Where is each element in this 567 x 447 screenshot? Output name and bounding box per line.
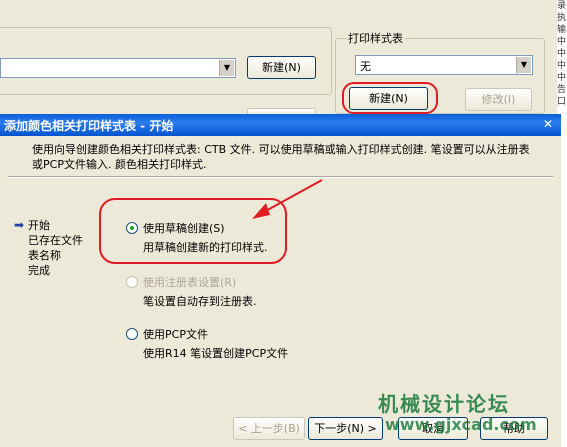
step-label: 表名称 — [28, 249, 61, 262]
back-button: < 上一步(B) — [233, 417, 305, 440]
annotation-arrow — [252, 179, 323, 219]
edge-text: 中 — [557, 49, 567, 59]
step-current: ➡ 开始 — [14, 218, 83, 233]
edge-text: 口 — [557, 97, 567, 107]
edge-text: 录 — [557, 1, 567, 11]
option-registry-desc: 笔设置自动存到注册表. — [143, 295, 257, 308]
step-label: 已存在文件 — [28, 234, 83, 247]
edge-text: 输 — [557, 25, 567, 35]
step: 已存在文件 — [14, 233, 83, 248]
wizard-titlebar[interactable]: 添加颜色相关打印样式表 - 开始 ✕ — [0, 114, 561, 136]
modify-button: 修改(I) — [465, 88, 532, 111]
step: 表名称 — [14, 248, 83, 263]
plot-style-table-label: 打印样式表 — [346, 30, 405, 46]
option-pcp[interactable]: 使用PCP文件 — [126, 326, 208, 342]
chevron-down-icon[interactable]: ▼ — [516, 57, 531, 73]
edge-text: 中 — [557, 73, 567, 83]
wizard-title: 添加颜色相关打印样式表 - 开始 — [4, 119, 174, 133]
new-button-left[interactable]: 新建(N) — [247, 56, 316, 79]
option-pcp-desc: 使用R14 笔设置创建PCP文件 — [143, 347, 289, 360]
arrow-right-icon: ➡ — [14, 218, 25, 232]
chevron-down-icon[interactable]: ▼ — [219, 60, 234, 76]
option-draft[interactable]: 使用草稿创建(S) — [126, 220, 225, 236]
option-draft-desc: 用草稿创建新的打印样式. — [143, 241, 268, 254]
option-registry-label: 使用注册表设置(R) — [143, 276, 237, 289]
option-registry: 使用注册表设置(R) — [126, 274, 236, 290]
new-plot-style-button[interactable]: 新建(N) — [349, 87, 428, 110]
edge-text: 告 — [557, 85, 567, 95]
left-combo[interactable]: ▼ — [0, 58, 236, 78]
plot-style-value: 无 — [360, 60, 371, 73]
edge-text: 中 — [557, 37, 567, 47]
edge-text: 执 — [557, 13, 567, 23]
edge-text: 中 — [557, 61, 567, 71]
option-pcp-label: 使用PCP文件 — [143, 328, 208, 341]
watermark-logo: 机械设计论坛 — [378, 392, 510, 416]
watermark-url: www.gjxcad.com — [385, 415, 537, 434]
step: 完成 — [14, 263, 83, 278]
radio-pcp[interactable] — [126, 328, 138, 340]
radio-draft[interactable] — [126, 222, 138, 234]
wizard-description: 使用向导创建颜色相关打印样式表: CTB 文件. 可以使用草稿或输入打印样式创建… — [32, 143, 530, 171]
radio-registry — [126, 276, 138, 288]
step-label: 开始 — [28, 219, 50, 232]
background-dialog: ▼ 新建(N) 打印样式表 无 ▼ 新建(N) 修改(I) — [0, 0, 557, 118]
plot-style-combo[interactable]: 无 ▼ — [355, 55, 533, 75]
option-draft-label: 使用草稿创建(S) — [143, 222, 225, 235]
wizard-steps: ➡ 开始 已存在文件 表名称 完成 — [14, 218, 83, 278]
next-button[interactable]: 下一步(N) > — [308, 417, 383, 440]
step-label: 完成 — [28, 264, 50, 277]
close-icon[interactable]: ✕ — [539, 115, 557, 133]
